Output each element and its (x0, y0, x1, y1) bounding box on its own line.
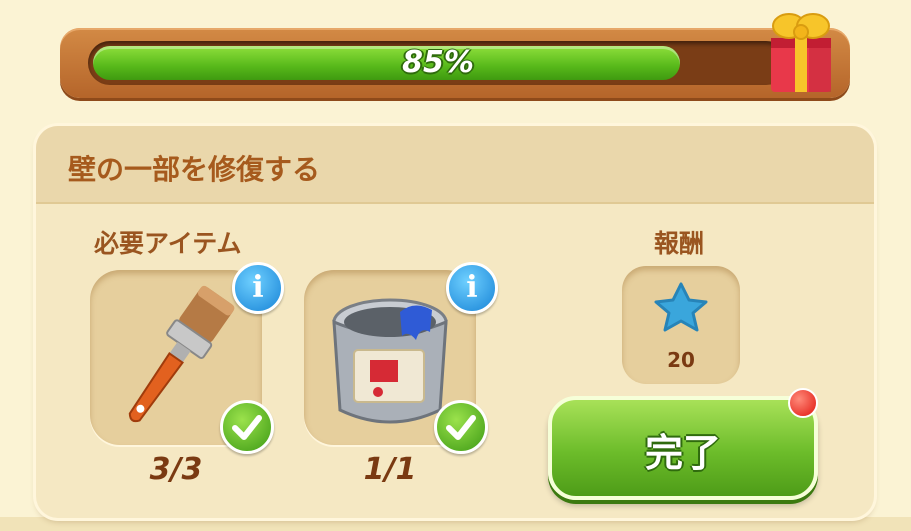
task-panel: 壁の一部を修復する 必要アイテム 報酬 i 3/3 i 1/1 20 完了 (36, 126, 874, 518)
progress-track: 85% (88, 41, 788, 85)
reward-amount: 20 (667, 348, 695, 372)
notification-dot (788, 388, 818, 418)
item-count-paint: 1/1 (363, 452, 417, 487)
footer-strip (0, 517, 911, 531)
item-check-icon-brush (220, 400, 274, 454)
item-info-button-paint[interactable]: i (446, 262, 498, 314)
item-check-icon-paint (434, 400, 488, 454)
item-info-button-brush[interactable]: i (232, 262, 284, 314)
reward-label: 報酬 (654, 229, 705, 258)
complete-button-label: 完了 (644, 431, 721, 475)
blue-star-icon (654, 282, 708, 332)
required-items-label: 必要アイテム (94, 229, 242, 258)
gift-box-icon[interactable] (765, 4, 837, 96)
task-header: 壁の一部を修復する (36, 126, 874, 204)
task-title: 壁の一部を修復する (68, 153, 321, 186)
progress-bar: 85% (60, 28, 850, 98)
progress-label: 85% (402, 45, 474, 80)
complete-button[interactable]: 完了 (548, 396, 818, 500)
reward-slot: 20 (622, 266, 740, 384)
item-count-brush: 3/3 (149, 452, 203, 487)
